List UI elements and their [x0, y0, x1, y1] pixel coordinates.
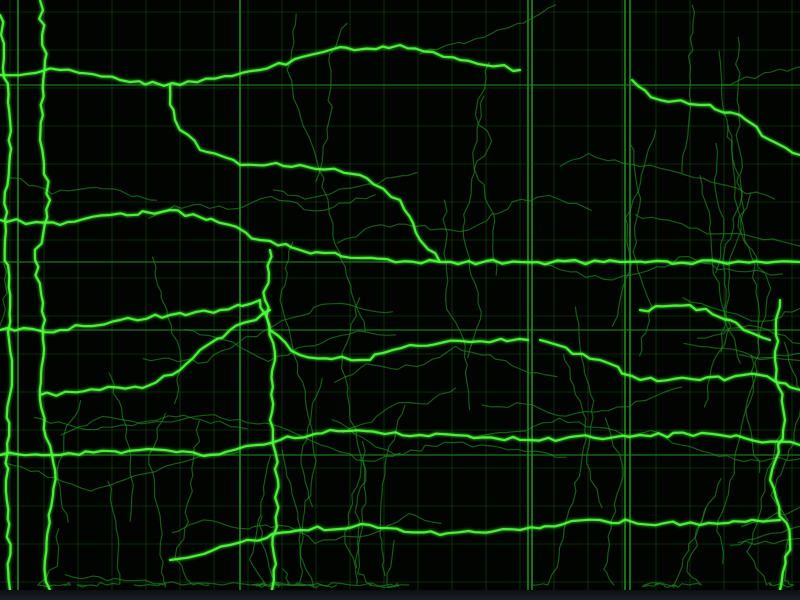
bright-vein	[38, 308, 272, 397]
dim-vein	[76, 480, 121, 588]
dim-vein	[721, 66, 800, 86]
dim-vein	[681, 4, 695, 174]
bright-vein	[638, 303, 772, 342]
dim-vein	[334, 345, 558, 383]
dim-vein	[697, 325, 800, 345]
dim-vein	[356, 440, 373, 586]
bottom-strip	[0, 590, 800, 600]
dim-vein	[37, 528, 71, 588]
bright-vein	[538, 338, 800, 392]
dim-vein	[286, 13, 366, 333]
grid-lines	[0, 0, 800, 590]
dim-vein	[56, 400, 82, 523]
dim-vein	[4, 451, 241, 492]
bright-vein	[0, 428, 800, 458]
green-network-texture	[0, 0, 800, 600]
bright-vein	[0, 208, 442, 265]
dim-vein	[683, 342, 800, 361]
dim-vein	[641, 477, 722, 588]
dim-veins	[0, 4, 800, 589]
dim-vein	[342, 387, 457, 434]
dim-vein	[0, 263, 8, 327]
dim-vein	[713, 142, 725, 273]
dim-vein	[272, 171, 418, 200]
bright-vein	[768, 298, 792, 592]
dim-vein	[331, 419, 567, 458]
vein-grid-artwork	[0, 0, 800, 592]
bright-vein	[168, 83, 800, 266]
dim-vein	[133, 412, 167, 588]
dim-vein	[9, 177, 158, 201]
dim-vein	[531, 353, 587, 586]
dim-vein	[481, 386, 683, 417]
dim-vein	[108, 372, 134, 522]
dim-vein	[281, 448, 338, 589]
dim-vein	[634, 213, 800, 247]
dim-vein	[738, 354, 800, 362]
dim-vein	[682, 297, 800, 322]
dim-vein	[172, 512, 442, 544]
dim-vein	[603, 417, 624, 586]
dim-vein	[654, 507, 707, 588]
